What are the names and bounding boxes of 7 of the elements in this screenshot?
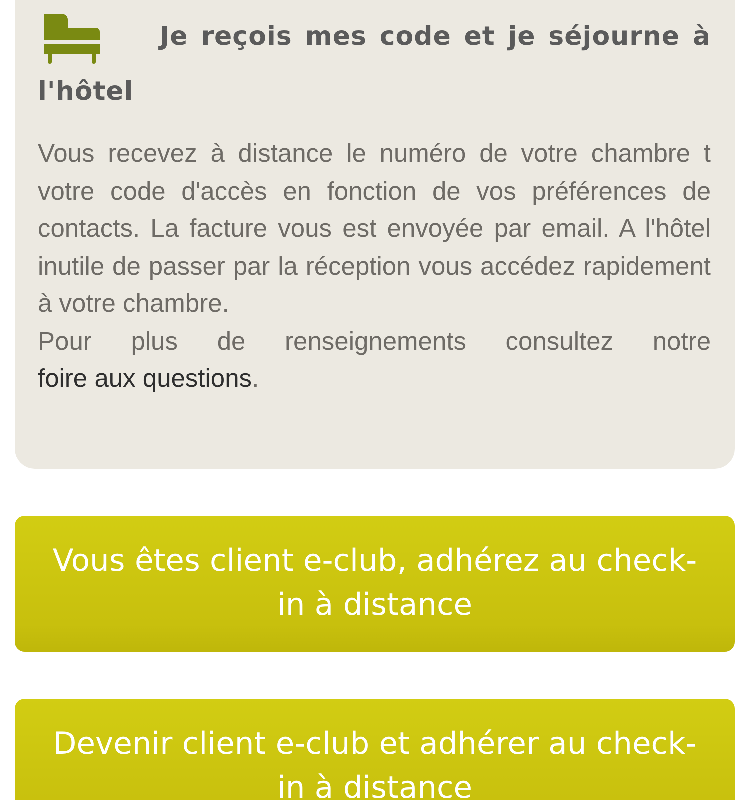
description-text: Vous recevez à distance le numéro de votre chambre t votre code d'accès en fonction de vos préférences de contacts. La facture vous est envoyée par email. A l'hôtel inutile de passer par la réception vous accédez rapidement à votre chambre.: [38, 139, 711, 320]
checkin-button[interactable]: Vous êtes client e-club, adhérez au check-in à distance: [15, 516, 735, 652]
checkin-button[interactable]: Devenir client e-club et adhérer au check-in à distance: [15, 698, 735, 800]
faq-link[interactable]: foire aux questions: [38, 365, 252, 393]
faq-text: Pour plus de renseignements consultez notre foire aux questions.: [38, 326, 711, 395]
card-heading: Je reçois mes code et je séjourne à l'hôtel: [38, 10, 711, 120]
bed-icon: [44, 14, 100, 64]
